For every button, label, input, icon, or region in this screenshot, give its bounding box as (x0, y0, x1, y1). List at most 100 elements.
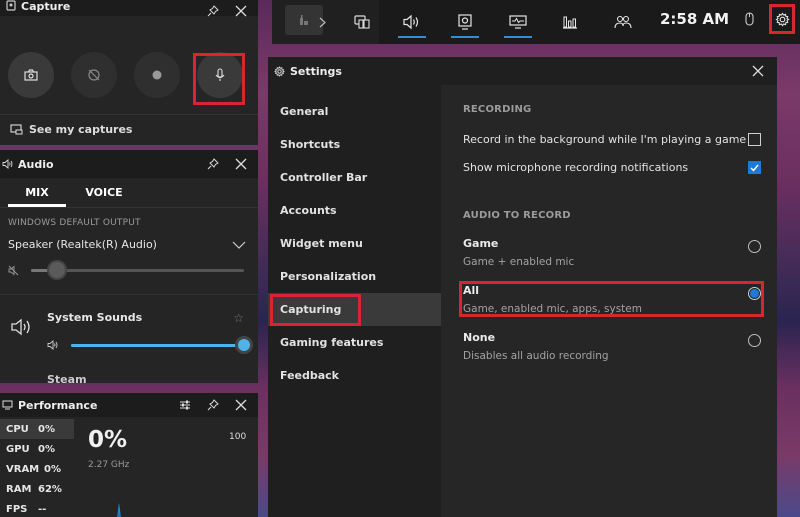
metric-cpu[interactable]: CPU 0% (0, 419, 74, 439)
metric-value: 0% (38, 423, 55, 435)
game-bar-top: 2:58 AM (272, 0, 800, 44)
mic-notifications-label: Show microphone recording notifications (463, 161, 689, 174)
record-last-button[interactable] (71, 52, 117, 98)
app-name: System Sounds (47, 311, 143, 324)
see-my-captures-link[interactable]: See my captures (0, 114, 258, 144)
speaker-muted-icon[interactable] (8, 265, 19, 276)
audio-option-game[interactable]: Game Game + enabled mic (463, 237, 761, 275)
mouse-icon (744, 12, 754, 26)
close-button[interactable] (230, 153, 252, 175)
graph-max-label: 100 (229, 432, 247, 442)
capturing-highlight-annotation (270, 294, 361, 326)
record-background-option[interactable]: Record in the background while I'm playi… (463, 133, 761, 146)
performance-options-button[interactable] (174, 394, 196, 416)
capture-widget-icon (6, 0, 16, 11)
mouse-button[interactable] (739, 0, 759, 38)
performance-header[interactable]: Performance (0, 393, 258, 417)
nav-capturing[interactable]: Capturing (268, 293, 441, 326)
cpu-usage-value: 0% (88, 427, 128, 453)
metric-value: 62% (38, 483, 62, 495)
nav-feedback[interactable]: Feedback (268, 359, 441, 392)
settings-sliders-icon (180, 400, 190, 410)
app-name: Steam (47, 373, 87, 383)
nav-general[interactable]: General (268, 95, 441, 128)
expand-button[interactable] (314, 0, 330, 44)
app-volume-icon[interactable] (47, 340, 59, 350)
audio-widget-button[interactable] (394, 0, 430, 44)
tab-mix[interactable]: MIX (8, 186, 66, 207)
metric-gpu[interactable]: GPU 0% (0, 439, 74, 459)
pin-button[interactable] (202, 153, 224, 175)
capture-widget-button[interactable] (447, 0, 483, 44)
system-sounds-volume-slider[interactable] (71, 338, 250, 351)
nav-gaming-features[interactable]: Gaming features (268, 326, 441, 359)
record-background-checkbox[interactable] (748, 133, 761, 146)
settings-window: Settings General Shortcuts Controller Ba… (268, 57, 777, 517)
master-volume-slider[interactable] (31, 262, 244, 278)
close-button[interactable] (230, 394, 252, 416)
nav-widget-menu[interactable]: Widget menu (268, 227, 441, 260)
capture-header[interactable]: Capture (0, 0, 258, 17)
speaker-icon (2, 159, 13, 169)
social-widget-button[interactable] (605, 0, 641, 44)
pin-icon (207, 399, 219, 411)
audio-tabs: MIX VOICE (0, 178, 258, 208)
output-device-dropdown[interactable]: Speaker (Realtek(R) Audio) (8, 238, 246, 251)
favorite-star-icon[interactable]: ☆ (233, 311, 244, 325)
metric-value: -- (38, 503, 47, 515)
system-sounds-volume-thumb[interactable] (238, 338, 250, 351)
close-button[interactable] (747, 60, 769, 82)
audio-header[interactable]: Audio (0, 150, 258, 178)
capturing-settings: RECORDING Record in the background while… (441, 85, 777, 517)
metric-ram[interactable]: RAM 62% (0, 479, 74, 499)
tab-voice[interactable]: VOICE (74, 186, 134, 207)
audio-widget: Audio MIX VOICE WINDOWS DEFAULT OUTPUT S… (0, 150, 258, 383)
settings-highlight-annotation (769, 4, 795, 34)
metric-vram[interactable]: VRAM 0% (0, 459, 74, 479)
start-recording-button[interactable] (134, 52, 180, 98)
resources-icon (563, 16, 577, 29)
metric-value: 0% (38, 443, 55, 455)
radio-none[interactable] (748, 334, 761, 347)
performance-monitor-icon (2, 400, 13, 410)
screenshot-button[interactable] (8, 52, 54, 98)
settings-header[interactable]: Settings (268, 57, 777, 85)
master-volume-thumb[interactable] (48, 262, 65, 278)
system-sounds-icon (11, 318, 30, 336)
nav-shortcuts[interactable]: Shortcuts (268, 128, 441, 161)
capture-title: Capture (21, 0, 71, 13)
capture-icon (458, 14, 472, 30)
close-icon (235, 399, 247, 411)
capture-widget: Capture See my captures (0, 0, 258, 145)
resources-widget-button[interactable] (552, 0, 588, 44)
mic-notifications-checkbox[interactable] (748, 161, 761, 174)
nav-personalization[interactable]: Personalization (268, 260, 441, 293)
see-my-captures-label: See my captures (29, 123, 133, 136)
record-last-icon (88, 69, 100, 81)
performance-widget-button[interactable] (500, 0, 536, 44)
performance-title: Performance (18, 398, 98, 412)
metric-key: VRAM (6, 463, 40, 475)
close-icon (752, 65, 764, 77)
performance-icon (509, 15, 527, 29)
nav-accounts[interactable]: Accounts (268, 194, 441, 227)
active-indicator (451, 36, 479, 38)
metric-key: FPS (6, 503, 28, 515)
pin-icon (207, 158, 219, 170)
microphone-highlight-annotation (193, 53, 245, 105)
audio-icon (403, 14, 419, 30)
widget-menu-button[interactable] (344, 0, 380, 44)
camera-icon (24, 69, 38, 81)
audio-option-none[interactable]: None Disables all audio recording (463, 331, 761, 369)
app-row-system-sounds: System Sounds ☆ Steam (0, 295, 258, 383)
checkmark-icon (750, 164, 759, 172)
metric-fps[interactable]: FPS -- (0, 499, 74, 517)
record-dot-icon (152, 70, 162, 80)
mic-notifications-option[interactable]: Show microphone recording notifications (463, 161, 761, 174)
social-icon (614, 15, 632, 29)
output-device-value: Speaker (Realtek(R) Audio) (8, 238, 157, 251)
nav-controller-bar[interactable]: Controller Bar (268, 161, 441, 194)
metric-key: RAM (6, 483, 32, 495)
radio-game[interactable] (748, 240, 761, 253)
pin-button[interactable] (202, 394, 224, 416)
